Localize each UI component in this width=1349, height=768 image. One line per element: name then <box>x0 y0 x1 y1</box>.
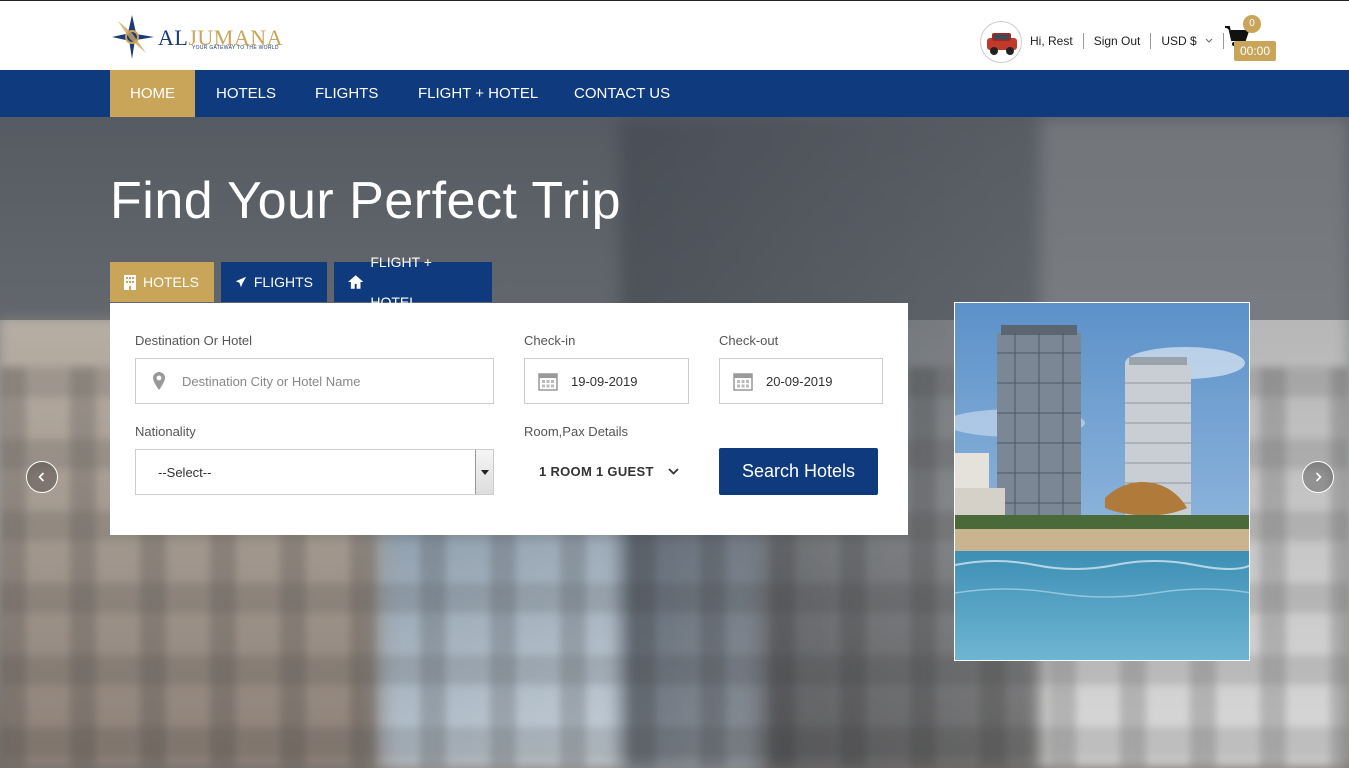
nationality-value: --Select-- <box>158 464 212 480</box>
sign-out-link[interactable]: Sign Out <box>1084 33 1152 49</box>
carousel-prev-button[interactable] <box>26 461 58 493</box>
nav-flights[interactable]: FLIGHTS <box>295 70 398 117</box>
nationality-select[interactable]: --Select-- <box>135 449 494 495</box>
nationality-label: Nationality <box>135 424 196 439</box>
select-dropdown-arrow[interactable] <box>475 450 493 494</box>
city-beach-image <box>955 303 1249 660</box>
hero-title: Find Your Perfect Trip <box>110 172 622 230</box>
checkin-value: 19-09-2019 <box>571 373 638 389</box>
checkout-label: Check-out <box>719 333 779 348</box>
main-nav: HOME HOTELS FLIGHTS FLIGHT + HOTEL CONTA… <box>0 70 1349 117</box>
pax-selector[interactable]: 1 ROOM 1 GUEST <box>539 464 679 479</box>
tab-hotels[interactable]: HOTELS <box>110 262 214 302</box>
nav-hotels[interactable]: HOTELS <box>196 70 296 117</box>
hotel-search-form: Destination Or Hotel Destination City or… <box>110 303 908 535</box>
compass-logo-icon <box>112 15 154 59</box>
nav-flight-hotel[interactable]: FLIGHT + HOTEL <box>398 70 558 117</box>
checkout-field[interactable]: 20-09-2019 <box>719 358 883 404</box>
car-icon <box>987 33 1017 55</box>
logo-tagline: YOUR GATEWAY TO THE WORLD <box>192 45 279 51</box>
avatar[interactable] <box>980 21 1022 63</box>
user-greeting[interactable]: Hi, Rest <box>1030 33 1084 49</box>
chevron-right-icon <box>1315 472 1322 482</box>
top-bar: ALJUMANA YOUR GATEWAY TO THE WORLD Hi, R… <box>0 0 1349 70</box>
tab-hotels-label: HOTELS <box>143 274 200 290</box>
calendar-icon <box>733 373 753 391</box>
tab-flight-hotel[interactable]: FLIGHT + HOTEL <box>334 254 492 310</box>
nav-home[interactable]: HOME <box>110 70 195 117</box>
plane-icon <box>235 276 247 288</box>
checkin-field[interactable]: 19-09-2019 <box>524 358 689 404</box>
destination-photo <box>954 302 1250 661</box>
hero-banner: Find Your Perfect Trip HOTELS FLIGHTS FL… <box>0 117 1349 768</box>
home-icon <box>348 275 364 289</box>
pax-label: Room,Pax Details <box>524 424 629 439</box>
logo[interactable]: ALJUMANA YOUR GATEWAY TO THE WORLD <box>112 13 283 61</box>
nav-contact-us[interactable]: CONTACT US <box>554 70 690 117</box>
destination-input[interactable]: Destination City or Hotel Name <box>135 358 494 404</box>
caret-down-icon <box>480 469 489 475</box>
chevron-down-icon <box>1205 38 1213 43</box>
pax-value: 1 ROOM 1 GUEST <box>539 464 654 479</box>
cart-count-badge: 0 <box>1243 15 1261 33</box>
carousel-next-button[interactable] <box>1302 461 1334 493</box>
building-icon <box>124 274 136 290</box>
calendar-icon <box>538 373 558 391</box>
search-hotels-button[interactable]: Search Hotels <box>719 448 878 495</box>
user-links: Hi, Rest Sign Out USD $ <box>1030 33 1224 49</box>
destination-placeholder: Destination City or Hotel Name <box>182 373 361 389</box>
map-pin-icon <box>153 372 165 390</box>
tab-flights[interactable]: FLIGHTS <box>221 262 327 302</box>
cart-button[interactable]: 0 00:00 <box>1224 15 1276 63</box>
checkin-label: Check-in <box>524 333 576 348</box>
chevron-down-icon <box>668 468 679 475</box>
checkout-value: 20-09-2019 <box>766 373 833 389</box>
cart-timer: 00:00 <box>1234 41 1276 61</box>
tab-flights-label: FLIGHTS <box>253 274 313 290</box>
currency-label: USD $ <box>1161 34 1197 48</box>
destination-label: Destination Or Hotel <box>135 333 253 348</box>
currency-selector[interactable]: USD $ <box>1151 33 1224 49</box>
chevron-left-icon <box>38 472 45 482</box>
